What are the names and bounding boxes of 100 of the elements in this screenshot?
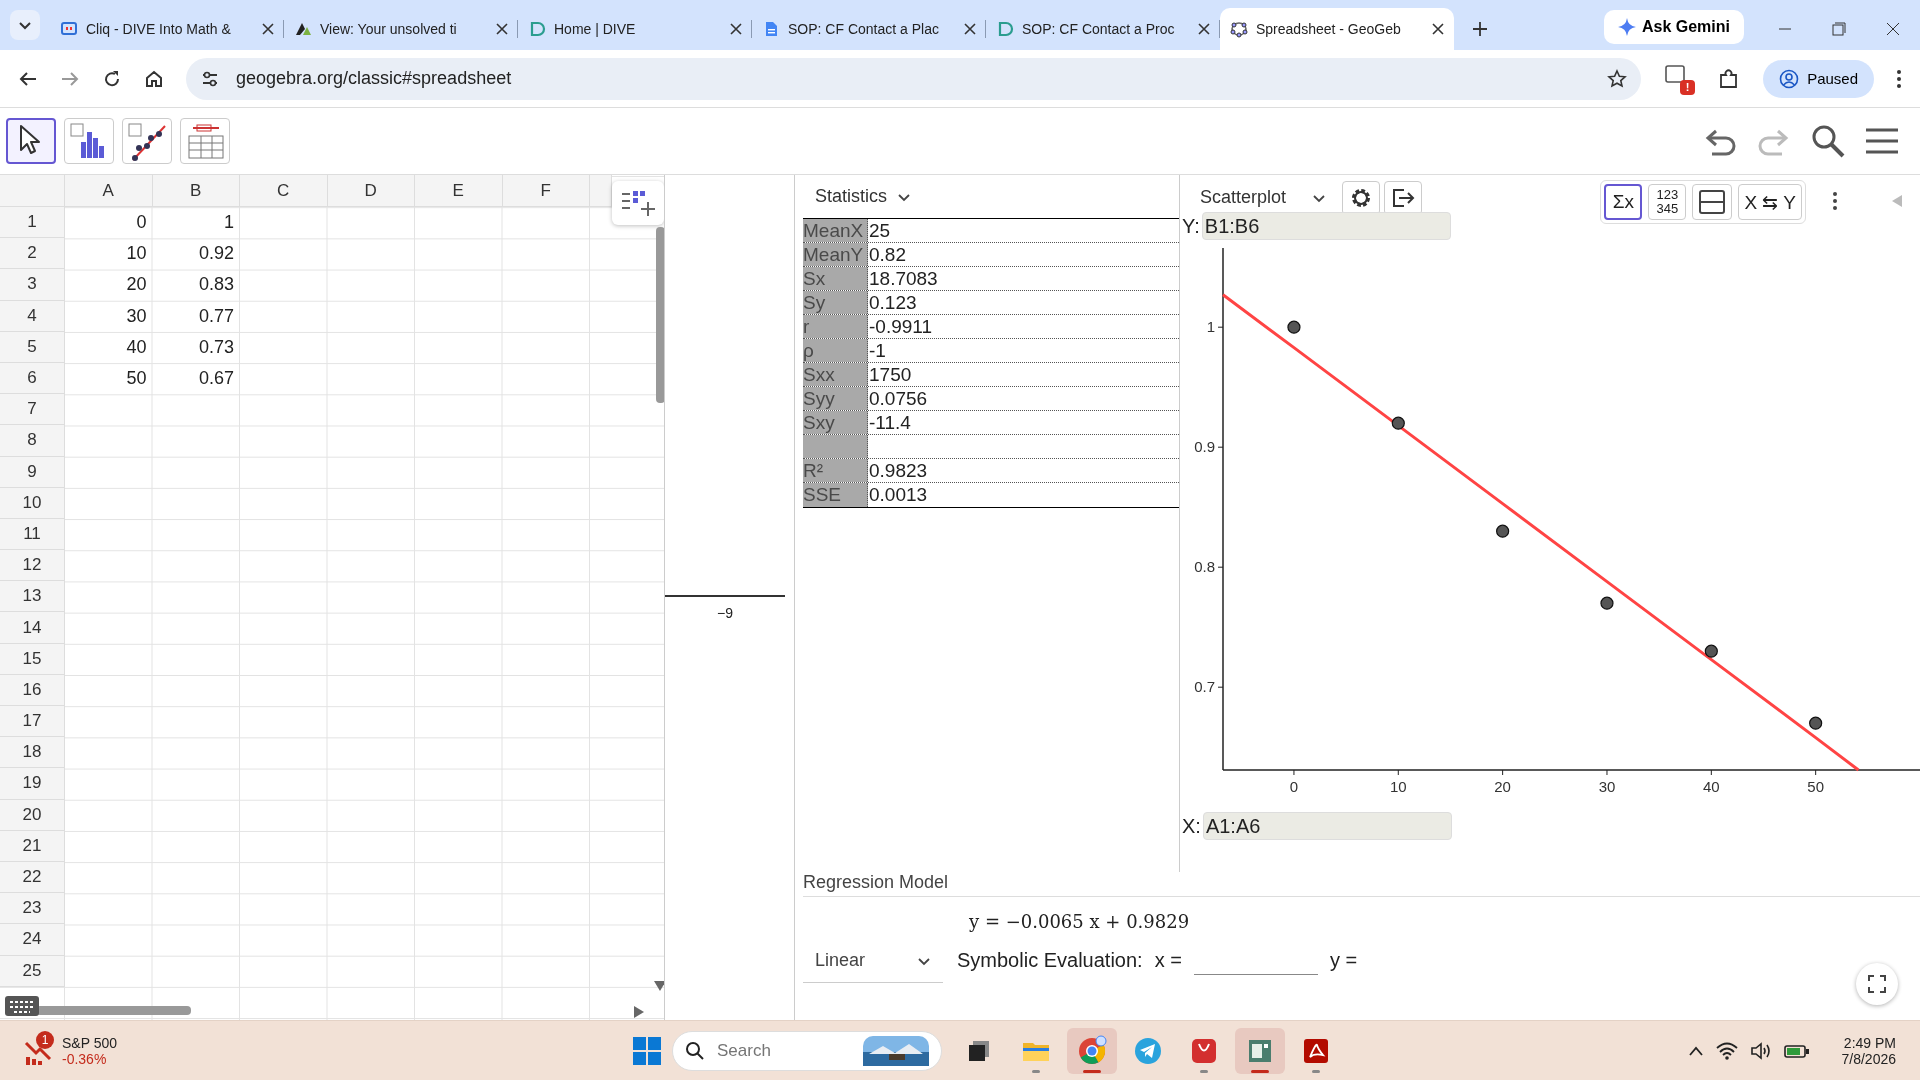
row-header[interactable]: 9: [0, 456, 65, 488]
row-header[interactable]: 19: [0, 768, 65, 800]
row-header[interactable]: 21: [0, 830, 65, 862]
column-header[interactable]: A: [65, 175, 153, 207]
tick-label: 0.7: [1194, 678, 1215, 696]
row-header[interactable]: 2: [0, 238, 65, 270]
table-cell[interactable]: 50: [65, 362, 153, 395]
row-header[interactable]: 8: [0, 425, 65, 457]
row-header[interactable]: 15: [0, 643, 65, 675]
browser-tab[interactable]: SOP: CF Contact a Plac: [752, 8, 986, 50]
row-header[interactable]: 11: [0, 518, 65, 551]
y-range-field[interactable]: B1:B6: [1201, 212, 1451, 240]
stat-label: Syy: [803, 387, 868, 410]
address-bar[interactable]: geogebra.org/classic#spreadsheet: [186, 57, 1642, 100]
stat-value: 0.9823: [868, 459, 929, 482]
browser-tab[interactable]: Home | DIVE: [518, 8, 752, 50]
tick-label: 1: [1206, 318, 1215, 336]
clock[interactable]: 2:49 PM 7/8/2026: [1841, 1034, 1896, 1067]
row-header[interactable]: 3: [0, 269, 65, 301]
stat-label: Sx: [803, 267, 868, 290]
column-header[interactable]: E: [415, 175, 503, 207]
search-box[interactable]: Search: [672, 1030, 942, 1071]
stat-value: -11.4: [868, 411, 912, 434]
row-header[interactable]: 24: [0, 924, 65, 956]
tick-label: 0.9: [1194, 438, 1215, 456]
browser-tab[interactable]: Cliq - DIVE Into Math &: [50, 8, 284, 50]
row-header[interactable]: 1: [0, 207, 65, 239]
stat-value: 0.123: [868, 291, 918, 314]
table-cell[interactable]: 0.67: [152, 362, 240, 395]
stat-label: Sxx: [803, 363, 868, 386]
row-header[interactable]: 7: [0, 394, 65, 426]
search-field[interactable]: Search: [715, 1039, 829, 1062]
stat-value: 0.82: [868, 243, 907, 266]
result-label: y =: [1329, 949, 1358, 972]
regression-equation: y = −0.0065 x + 0.9829: [968, 911, 1191, 932]
tick-label: 0.8: [1194, 558, 1215, 576]
table-cell[interactable]: 10: [65, 238, 153, 270]
toolbar-button[interactable]: 123 345: [1648, 184, 1687, 220]
stat-label: ρ: [803, 339, 868, 362]
row-header[interactable]: 16: [0, 674, 65, 706]
table-cell[interactable]: 0.73: [152, 331, 240, 363]
row-header[interactable]: 13: [0, 581, 65, 613]
column-header[interactable]: B: [152, 175, 240, 207]
toolbar-button[interactable]: Σx: [1604, 184, 1643, 220]
tick-label: 0: [1289, 778, 1299, 795]
model-dropdown[interactable]: Linear: [803, 939, 943, 983]
row-header[interactable]: 12: [0, 550, 65, 582]
row-header[interactable]: 5: [0, 331, 65, 363]
column-header[interactable]: C: [240, 175, 328, 207]
stat-label: SSE: [803, 483, 868, 507]
table-cell[interactable]: 0: [65, 207, 153, 239]
stat-label: r: [803, 315, 868, 338]
column-header[interactable]: F: [502, 175, 590, 207]
evaluation-label: Symbolic Evaluation:: [957, 949, 1143, 972]
stat-label: Sxy: [803, 411, 868, 434]
table-cell[interactable]: 0.83: [152, 269, 240, 301]
row-header[interactable]: 20: [0, 799, 65, 831]
row-header[interactable]: 18: [0, 737, 65, 769]
tick-label: 50: [1807, 778, 1824, 795]
field-label: Y:: [1182, 214, 1200, 238]
table-cell[interactable]: 30: [65, 300, 153, 332]
tick-label: 30: [1598, 778, 1616, 795]
ask-gemini-button[interactable]: Ask Gemini: [1603, 10, 1744, 44]
row-header[interactable]: 4: [0, 300, 65, 332]
stat-value: 25: [868, 219, 892, 242]
table-cell[interactable]: 1: [152, 207, 240, 239]
row-header[interactable]: 17: [0, 706, 65, 738]
table-cell[interactable]: 20: [65, 269, 153, 301]
column-header[interactable]: D: [327, 175, 415, 207]
widget-title: S&P 500: [62, 1034, 117, 1051]
stat-label: MeanX: [803, 219, 868, 242]
stat-label: Sy: [803, 291, 868, 314]
field-label: x =: [1154, 949, 1182, 972]
x-range-field[interactable]: A1:A6: [1202, 812, 1452, 840]
tick-label: 10: [1389, 778, 1407, 795]
extension-alert-button[interactable]: !: [1663, 62, 1696, 95]
browser-tab[interactable]: Spreadsheet - GeoGeb: [1220, 8, 1454, 50]
table-cell[interactable]: 0.92: [152, 238, 240, 270]
stat-value: -1: [868, 339, 887, 362]
row-header[interactable]: 23: [0, 893, 65, 925]
plot-type-dropdown[interactable]: Scatterplot: [1188, 187, 1338, 208]
stat-label: MeanY: [803, 243, 868, 266]
row-header[interactable]: 6: [0, 362, 65, 395]
browser-tab[interactable]: SOP: CF Contact a Proc: [986, 8, 1220, 50]
profile-button[interactable]: Paused: [1763, 59, 1874, 98]
toolbar-button[interactable]: X ⇆ Y: [1738, 184, 1802, 220]
field-label: X:: [1182, 814, 1201, 838]
widget-change: -0.36%: [62, 1050, 108, 1067]
browser-tab[interactable]: View: Your unsolved ti: [284, 8, 518, 50]
statistics-dropdown[interactable]: Statistics: [803, 186, 924, 207]
row-header[interactable]: 22: [0, 861, 65, 894]
row-header[interactable]: 25: [0, 955, 65, 987]
tick-label: 20: [1494, 778, 1511, 795]
stat-value: 18.7083: [868, 267, 939, 290]
table-cell[interactable]: 0.77: [152, 300, 240, 332]
table-cell[interactable]: 40: [65, 331, 153, 363]
row-header[interactable]: 10: [0, 487, 65, 519]
stat-value: -0.9911: [868, 315, 934, 338]
stat-label: R²: [803, 459, 868, 482]
row-header[interactable]: 14: [0, 612, 65, 644]
